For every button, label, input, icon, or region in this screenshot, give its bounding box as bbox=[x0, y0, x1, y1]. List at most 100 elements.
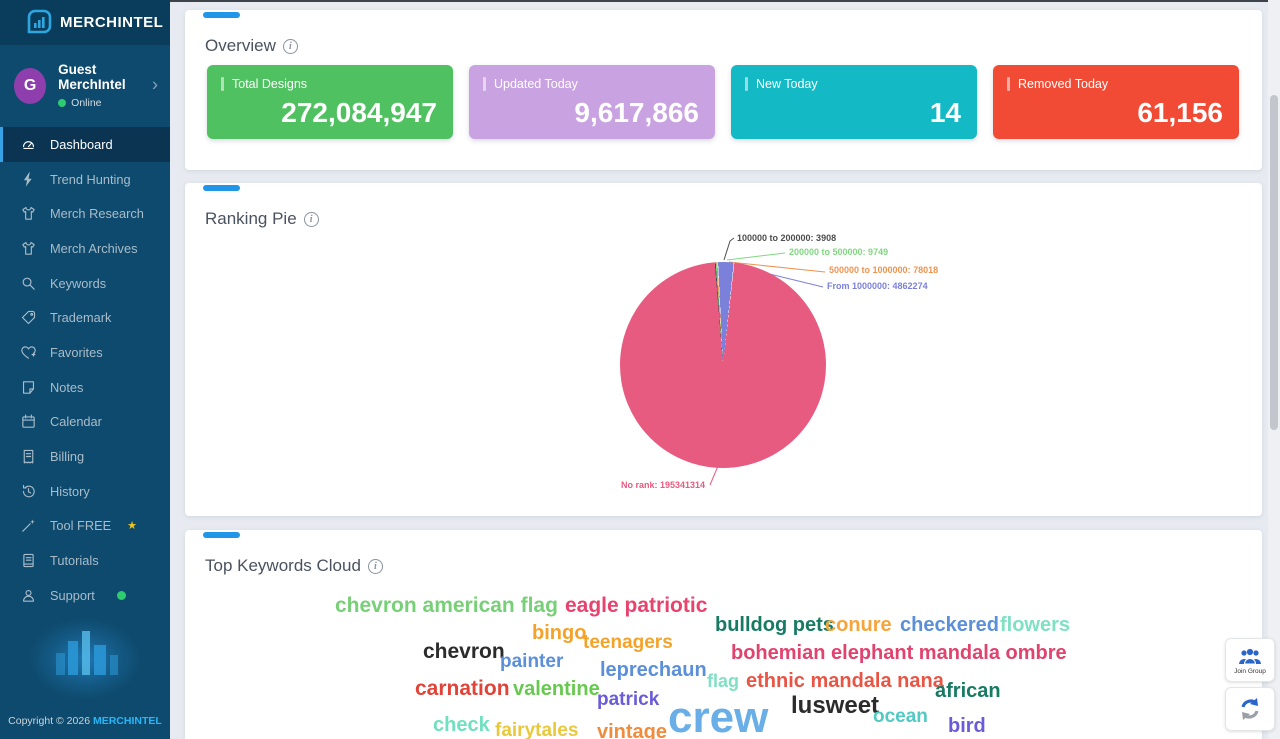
cloud-keyword[interactable]: crew bbox=[668, 696, 768, 739]
sidebar-item-keywords[interactable]: Keywords bbox=[0, 266, 170, 301]
panel-accent-pill bbox=[203, 12, 240, 18]
cloud-keyword[interactable]: valentine bbox=[513, 679, 600, 699]
book-icon bbox=[19, 552, 37, 570]
cloud-keyword[interactable]: conure bbox=[825, 615, 892, 635]
scrollbar-thumb[interactable] bbox=[1270, 95, 1278, 430]
refresh-button[interactable] bbox=[1225, 687, 1275, 731]
sidebar-item-label: Trademark bbox=[50, 310, 112, 326]
cloud-keyword[interactable]: vintage bbox=[597, 722, 667, 739]
sidebar-item-favorites[interactable]: Favorites bbox=[0, 335, 170, 370]
sidebar: MERCHINTEL G Guest MerchIntel Online › D… bbox=[0, 0, 170, 739]
sidebar-item-label: Tool FREE bbox=[50, 518, 112, 534]
stat-card-label: Total Designs bbox=[221, 77, 307, 91]
stat-card-total-designs[interactable]: Total Designs 272,084,947 bbox=[207, 65, 453, 139]
chevron-right-icon[interactable]: › bbox=[152, 74, 158, 95]
cloud-keyword[interactable]: leprechaun bbox=[600, 660, 707, 680]
window-top-edge bbox=[170, 0, 1280, 2]
cloud-keyword[interactable]: carnation bbox=[415, 678, 510, 699]
cloud-keyword[interactable]: teenagers bbox=[583, 633, 673, 652]
support-icon bbox=[19, 586, 37, 604]
pie-slice-label: 200000 to 500000: 9749 bbox=[789, 247, 889, 257]
pie-circle[interactable] bbox=[620, 262, 826, 468]
page-scrollbar[interactable] bbox=[1268, 0, 1280, 739]
online-label: Online bbox=[71, 97, 102, 109]
sidebar-item-support[interactable]: Support bbox=[0, 578, 170, 613]
stat-card-label: New Today bbox=[745, 77, 818, 91]
brand-bar: MERCHINTEL bbox=[0, 0, 170, 44]
user-profile[interactable]: G Guest MerchIntel Online › bbox=[0, 44, 170, 125]
sidebar-item-label: Tutorials bbox=[50, 553, 99, 569]
stat-card-value: 61,156 bbox=[1137, 97, 1223, 128]
pie-chart: 100000 to 200000: 3908 200000 to 500000: … bbox=[185, 183, 1262, 516]
cloud-keyword[interactable]: check bbox=[433, 715, 490, 735]
cloud-keyword[interactable]: eagle patriotic bbox=[565, 595, 707, 616]
cloud-keyword[interactable]: flag bbox=[707, 672, 739, 690]
keywords-cloud-panel: Top Keywords Cloud i chevron american fl… bbox=[185, 530, 1262, 739]
cloud-keyword[interactable]: chevron bbox=[423, 641, 505, 662]
sidebar-item-label: Calendar bbox=[50, 414, 102, 430]
star-badge-icon: ★ bbox=[127, 520, 138, 533]
join-group-label: Join Group bbox=[1234, 668, 1266, 675]
note-icon bbox=[19, 378, 37, 396]
cloud-keyword[interactable]: chevron american flag bbox=[335, 595, 558, 616]
sidebar-item-dashboard[interactable]: Dashboard bbox=[0, 127, 170, 162]
cloud-keyword[interactable]: bohemian elephant mandala ombre bbox=[731, 643, 1067, 663]
pie-slice-label: 500000 to 1000000: 78018 bbox=[829, 265, 939, 275]
overview-title-row: Overview i bbox=[185, 10, 1262, 56]
sidebar-item-notes[interactable]: Notes bbox=[0, 370, 170, 405]
sidebar-item-label: Keywords bbox=[50, 275, 107, 291]
pie-slice-label: No rank: 195341314 bbox=[621, 480, 706, 490]
cloud-keyword[interactable]: ethnic mandala nana bbox=[746, 671, 944, 691]
stat-card-label: Updated Today bbox=[483, 77, 578, 91]
stat-card-value: 272,084,947 bbox=[281, 97, 437, 128]
sidebar-item-label: Trend Hunting bbox=[50, 171, 131, 187]
sidebar-item-merch-archives[interactable]: Merch Archives bbox=[0, 231, 170, 266]
sidebar-item-label: Merch Research bbox=[50, 206, 144, 222]
cloud-keyword[interactable]: fairytales bbox=[495, 721, 578, 739]
cloud-keyword[interactable]: painter bbox=[500, 652, 563, 671]
sidebar-item-merch-research[interactable]: Merch Research bbox=[0, 196, 170, 231]
cloud-keyword[interactable]: lusweet bbox=[791, 694, 879, 718]
wand-icon bbox=[19, 517, 37, 535]
cloud-keyword[interactable]: bingo bbox=[532, 623, 586, 643]
sidebar-item-label: Favorites bbox=[50, 344, 103, 360]
sidebar-item-tool-free[interactable]: Tool FREE ★ bbox=[0, 509, 170, 544]
cloud-keyword[interactable]: flowers bbox=[1000, 615, 1070, 635]
sidebar-nav: Dashboard Trend Hunting Merch Research Merc… bbox=[0, 127, 170, 613]
copyright-brand: MERCHINTEL bbox=[92, 715, 162, 727]
group-people-icon bbox=[1239, 648, 1261, 665]
pie-leader-line bbox=[726, 252, 786, 261]
pie-leader-line bbox=[709, 465, 719, 486]
pie-slice-label: 100000 to 200000: 3908 bbox=[737, 233, 837, 243]
sidebar-item-billing[interactable]: Billing bbox=[0, 439, 170, 474]
stat-card-updated-today[interactable]: Updated Today 9,617,866 bbox=[469, 65, 715, 139]
stat-card-label: Removed Today bbox=[1007, 77, 1108, 91]
cloud-keyword[interactable]: bird bbox=[948, 716, 986, 736]
stat-card-removed-today[interactable]: Removed Today 61,156 bbox=[993, 65, 1239, 139]
join-group-button[interactable]: Join Group bbox=[1225, 638, 1275, 682]
sidebar-item-calendar[interactable]: Calendar bbox=[0, 405, 170, 440]
cloud-keyword[interactable]: bulldog pets bbox=[715, 615, 834, 635]
calendar-icon bbox=[19, 413, 37, 431]
stat-card-new-today[interactable]: New Today 14 bbox=[731, 65, 977, 139]
sidebar-item-history[interactable]: History bbox=[0, 474, 170, 509]
receipt-icon bbox=[19, 448, 37, 466]
info-icon[interactable]: i bbox=[282, 38, 298, 54]
cloud-keyword[interactable]: african bbox=[935, 681, 1001, 701]
sidebar-item-tutorials[interactable]: Tutorials bbox=[0, 543, 170, 578]
sidebar-item-label: History bbox=[50, 483, 90, 499]
cloud-keyword[interactable]: checkered bbox=[900, 615, 999, 635]
cloud-keyword[interactable]: ocean bbox=[873, 707, 928, 726]
overview-title: Overview bbox=[205, 36, 276, 55]
app-root: MERCHINTEL G Guest MerchIntel Online › D… bbox=[0, 0, 1280, 739]
sidebar-item-label: Notes bbox=[50, 379, 84, 395]
sidebar-item-trend-hunting[interactable]: Trend Hunting bbox=[0, 162, 170, 197]
avatar[interactable]: G bbox=[14, 67, 47, 104]
city-illustration bbox=[0, 619, 170, 709]
ranking-pie-panel: Ranking Pie i 100000 to 200000: 3908 2000… bbox=[185, 183, 1262, 516]
history-icon bbox=[19, 482, 37, 500]
sidebar-item-trademark[interactable]: Trademark bbox=[0, 300, 170, 335]
online-dot-icon bbox=[58, 99, 67, 107]
cloud-keyword[interactable]: patrick bbox=[597, 690, 659, 709]
stat-card-value: 14 bbox=[929, 97, 961, 128]
